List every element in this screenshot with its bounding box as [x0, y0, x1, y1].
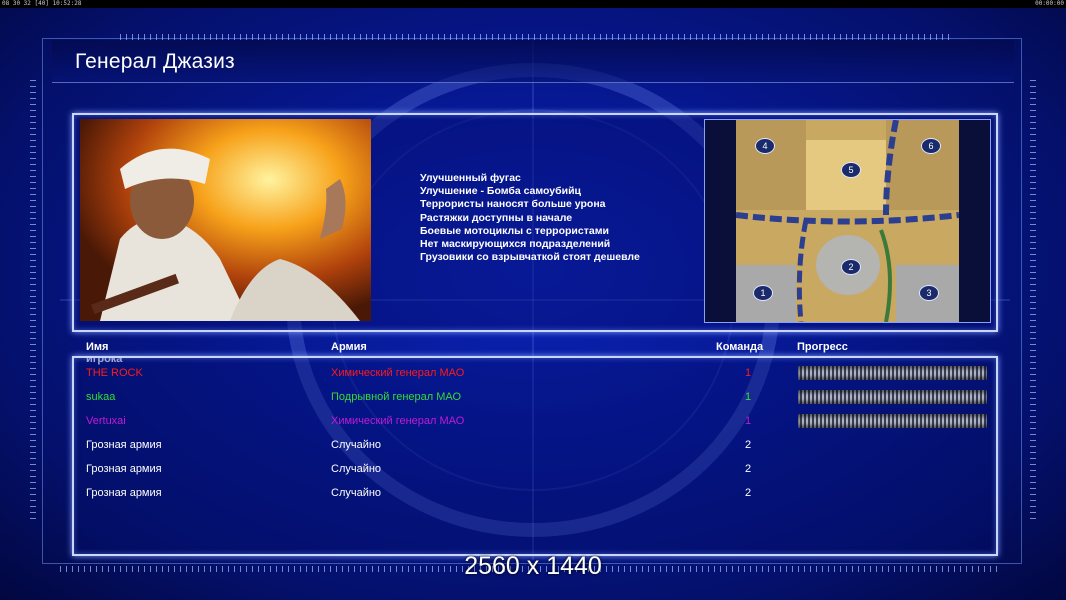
player-team[interactable]: 2: [745, 487, 751, 499]
map-slot-4[interactable]: 4: [755, 138, 775, 154]
player-team[interactable]: 1: [745, 367, 751, 379]
header-team: Команда: [716, 341, 764, 353]
general-portrait: [80, 119, 371, 321]
map-slot-2[interactable]: 2: [841, 259, 861, 275]
header-army: Армия: [331, 341, 367, 353]
table-row[interactable]: Грозная армия Случайно 2: [0, 482, 1066, 506]
progress-bar: [798, 366, 987, 380]
general-title: Генерал Джазиз: [75, 50, 235, 73]
map-slot-6[interactable]: 6: [921, 138, 941, 154]
progress-bar: [798, 414, 987, 428]
player-army[interactable]: Подрывной генерал МАО: [331, 391, 461, 403]
bonus-item: Террористы наносят больше урона: [420, 198, 606, 211]
player-name: Vertuxai: [86, 415, 126, 427]
table-row[interactable]: THE ROCK Химический генерал МАО 1: [0, 362, 1066, 386]
player-army[interactable]: Химический генерал МАО: [331, 367, 464, 379]
player-name: Грозная армия: [86, 439, 162, 451]
table-row[interactable]: Грозная армия Случайно 2: [0, 458, 1066, 482]
map-slot-5[interactable]: 5: [841, 162, 861, 178]
table-row[interactable]: Vertuxai Химический генерал МАО 1: [0, 410, 1066, 434]
resolution-label: 2560 x 1440: [464, 552, 602, 580]
bonus-item: Грузовики со взрывчаткой стоят дешевле: [420, 251, 640, 264]
player-team[interactable]: 1: [745, 391, 751, 403]
map-slot-3[interactable]: 3: [919, 285, 939, 301]
player-name: sukaa: [86, 391, 116, 403]
status-right: 00:00:00: [1035, 0, 1064, 7]
player-army[interactable]: Случайно: [331, 439, 381, 451]
progress-bar: [798, 390, 987, 404]
bonus-item: Улучшенный фугас: [420, 172, 521, 184]
player-army[interactable]: Химический генерал МАО: [331, 415, 464, 427]
map-preview[interactable]: 4 5 6 2 1 3: [704, 119, 991, 323]
player-army[interactable]: Случайно: [331, 487, 381, 499]
player-team[interactable]: 2: [745, 439, 751, 451]
bonus-item: Боевые мотоциклы с террористами: [420, 224, 609, 237]
player-team[interactable]: 2: [745, 463, 751, 475]
player-name: THE ROCK: [86, 367, 143, 379]
player-name: Грозная армия: [86, 487, 162, 499]
bonus-item: Улучшение - Бомба самоубийц: [420, 185, 581, 198]
status-bar: 08 30 32 [40] 10:52:28 00:00:00: [0, 0, 1066, 8]
status-left: 08 30 32 [40] 10:52:28: [2, 0, 82, 7]
general-bonus-list: Улучшенный фугас Улучшение - Бомба самоу…: [420, 172, 640, 264]
map-slot-1[interactable]: 1: [753, 285, 773, 301]
player-army[interactable]: Случайно: [331, 463, 381, 475]
bonus-item: Растяжки доступны в начале: [420, 211, 573, 224]
bonus-item: Нет маскирующихся подразделений: [420, 238, 611, 251]
player-team[interactable]: 1: [745, 415, 751, 427]
player-name: Грозная армия: [86, 463, 162, 475]
header-progress: Прогресс: [797, 341, 848, 353]
table-row[interactable]: sukaa Подрывной генерал МАО 1: [0, 386, 1066, 410]
table-row[interactable]: Грозная армия Случайно 2: [0, 434, 1066, 458]
